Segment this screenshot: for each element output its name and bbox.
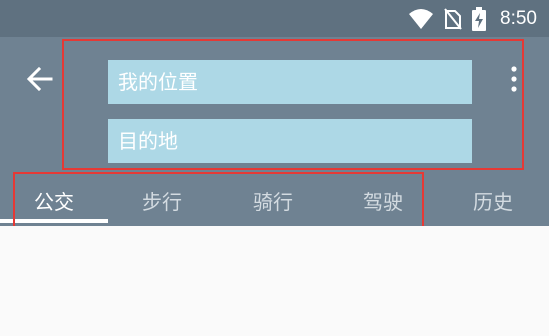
- mode-tabs: 公交 步行 骑行 驾驶 历史: [0, 175, 549, 225]
- battery-charging-icon: [472, 6, 487, 31]
- back-arrow-icon: [26, 66, 53, 95]
- no-sim-icon: [444, 7, 462, 30]
- tab-driving[interactable]: 驾驶: [329, 175, 437, 225]
- status-icons: 8:50: [408, 0, 537, 37]
- active-tab-indicator: [0, 219, 108, 223]
- wifi-icon: [408, 8, 434, 30]
- app-bar: 公交 步行 骑行 驾驶 历史: [0, 37, 549, 236]
- status-bar: 8:50: [0, 0, 549, 37]
- tab-cycling[interactable]: 骑行: [219, 175, 327, 225]
- back-button[interactable]: [20, 61, 60, 101]
- tab-walking[interactable]: 步行: [108, 175, 216, 225]
- more-vert-icon: [511, 66, 517, 96]
- tab-transit[interactable]: 公交: [0, 175, 108, 225]
- origin-input[interactable]: [108, 60, 472, 104]
- tab-history[interactable]: 历史: [439, 175, 547, 225]
- destination-input[interactable]: [108, 119, 472, 163]
- content-area: [0, 226, 549, 336]
- overflow-menu-button[interactable]: [500, 61, 528, 101]
- status-clock: 8:50: [500, 7, 537, 29]
